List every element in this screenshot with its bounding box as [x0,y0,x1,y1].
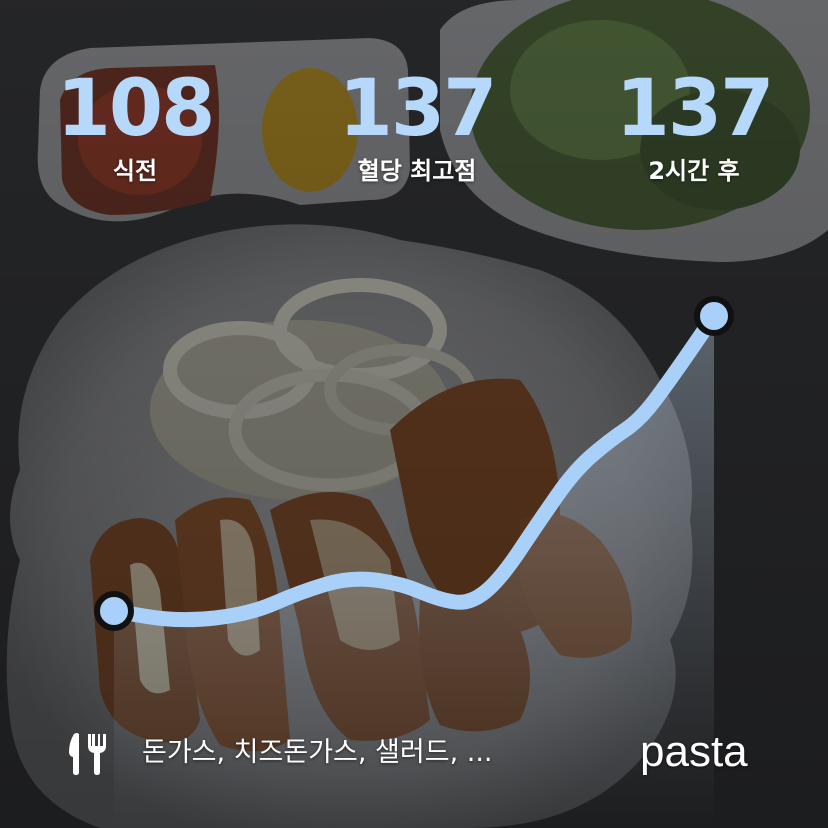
stat-after-value: 137 [615,64,775,154]
pasta-logo: pasta [640,727,748,776]
stat-peak: 137 혈당 최고점 [307,66,527,186]
stat-two-hours-after: 137 2시간 후 [584,66,804,186]
glucose-start-point [94,591,134,631]
stat-peak-value: 137 [338,64,498,154]
meal-foods-list: 돈가스, 치즈돈가스, 샐러드, ... [142,737,493,768]
stat-peak-label: 혈당 최고점 [357,157,477,185]
glucose-end-point [694,296,734,336]
stat-before-value: 108 [56,64,216,154]
stat-before-label: 식전 [112,157,158,185]
stat-after-label: 2시간 후 [648,157,740,185]
stat-before-meal: 108 식전 [25,66,245,186]
fork-knife-icon [69,733,106,775]
